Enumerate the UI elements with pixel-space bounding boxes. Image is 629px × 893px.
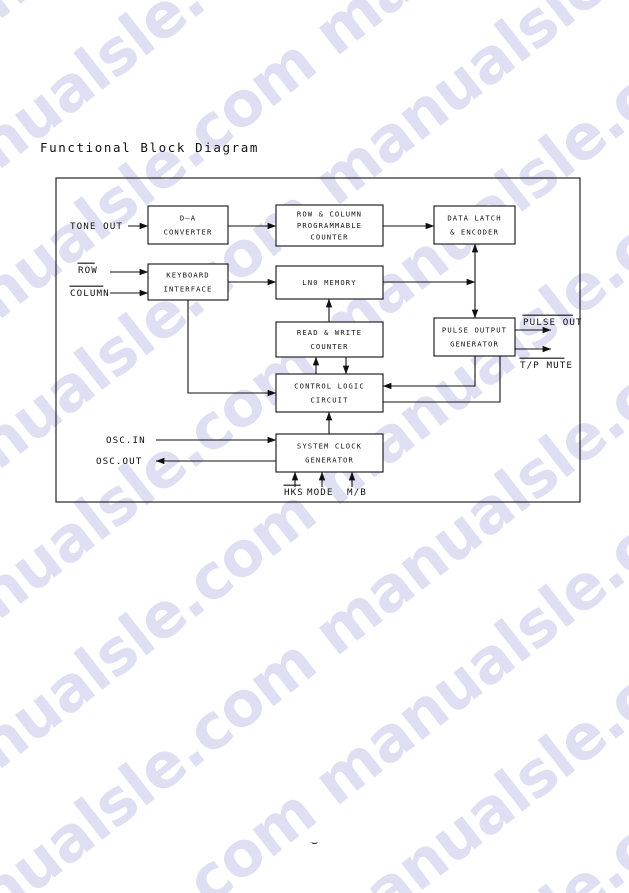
keyboard-interface-block: KEYBOARD INTERFACE [147, 263, 229, 301]
keyboard-interface-block-rect [147, 263, 229, 301]
osc-in-label: OSC.IN [106, 435, 146, 446]
d-a-converter-block: D—A CONVERTER [147, 205, 229, 245]
mode-label: MODE [307, 487, 334, 498]
d-a-converter-block-rect [147, 205, 229, 245]
ln0-memory-block: LN0 MEMORY [275, 265, 384, 300]
read-write-counter-block-label: READ & WRITE [297, 328, 362, 337]
tone-out-label: TONE OUT [70, 221, 123, 232]
column-label: COLUMN [69, 285, 110, 299]
row-label-text: ROW [78, 265, 98, 276]
conn-control-logic-to-pulse-output [383, 356, 501, 403]
hks-label: HKS [283, 484, 304, 498]
tp-mute-label-text: T/P MUTE [520, 360, 573, 371]
pulse-out-label: PULSE OUT [522, 314, 583, 328]
pulse-out-label-text: PULSE OUT [523, 317, 583, 328]
row-column-programmable-counter-block-label: PROGRAMMABLE [297, 221, 362, 230]
m-b-label: M/B [347, 487, 367, 498]
data-latch-encoder-block-label: DATA LATCH [447, 214, 501, 223]
read-write-counter-block: READ & WRITE COUNTER [275, 321, 384, 358]
diagram-blocks: D—A CONVERTER ROW & COLUMN PROGRAMMABLE COUN… [147, 204, 516, 473]
mode-label-text: MODE [307, 487, 334, 498]
page-title: Functional Block Diagram [40, 140, 260, 155]
osc-out-label-text: OSC.OUT [96, 456, 142, 467]
tone-out-label-text: TONE OUT [70, 221, 123, 232]
pulse-output-generator-block-label: GENERATOR [450, 340, 499, 349]
d-a-converter-block-label: CONVERTER [164, 228, 213, 237]
control-logic-circuit-block-label: CIRCUIT [311, 396, 349, 405]
system-clock-generator-block-label: SYSTEM CLOCK [297, 442, 362, 451]
tp-mute-label: T/P MUTE [519, 357, 573, 371]
conn-pulse-output-to-control-logic [382, 356, 476, 390]
m-b-label-text: M/B [347, 487, 367, 498]
row-column-programmable-counter-block-label: COUNTER [311, 233, 349, 242]
functional-block-diagram: D—A CONVERTER ROW & COLUMN PROGRAMMABLE COUN… [0, 0, 629, 893]
system-clock-generator-block-rect [275, 433, 384, 473]
row-label: ROW [77, 262, 98, 276]
osc-out-label: OSC.OUT [96, 456, 142, 467]
conn-keyboard-to-control-logic [187, 300, 277, 397]
column-label-text: COLUMN [70, 288, 110, 299]
keyboard-interface-block-label: KEYBOARD [166, 271, 209, 280]
hks-label-text: HKS [284, 487, 304, 498]
ln0-memory-block-label: LN0 MEMORY [302, 278, 356, 287]
pulse-output-generator-block-label: PULSE OUTPUT [442, 326, 507, 335]
control-logic-circuit-block-label: CONTROL LOGIC [294, 382, 365, 391]
block-diagram-canvas: D—A CONVERTER ROW & COLUMN PROGRAMMABLE COUN… [55, 177, 583, 503]
data-latch-encoder-block: DATA LATCH & ENCODER [433, 205, 516, 245]
data-latch-encoder-block-label: & ENCODER [450, 228, 499, 237]
system-clock-generator-block-label: GENERATOR [305, 456, 354, 465]
row-column-programmable-counter-block: ROW & COLUMN PROGRAMMABLE COUNTER [275, 204, 384, 247]
row-column-programmable-counter-block-label: ROW & COLUMN [297, 210, 362, 219]
data-latch-encoder-block-rect [433, 205, 516, 245]
keyboard-interface-block-label: INTERFACE [164, 285, 213, 294]
read-write-counter-block-label: COUNTER [311, 342, 349, 351]
d-a-converter-block-label: D—A [180, 214, 196, 223]
page-footer-mark: ⌣ [310, 836, 319, 849]
osc-in-label-text: OSC.IN [106, 435, 146, 446]
document-page: manualsle.com manualsle.com manualsle.co… [0, 0, 629, 893]
control-logic-circuit-block-rect [275, 373, 384, 413]
system-clock-generator-block: SYSTEM CLOCK GENERATOR [275, 433, 384, 473]
pulse-output-generator-block-rect [433, 317, 516, 357]
control-logic-circuit-block: CONTROL LOGIC CIRCUIT [275, 373, 384, 413]
pulse-output-generator-block: PULSE OUTPUT GENERATOR [433, 317, 516, 357]
